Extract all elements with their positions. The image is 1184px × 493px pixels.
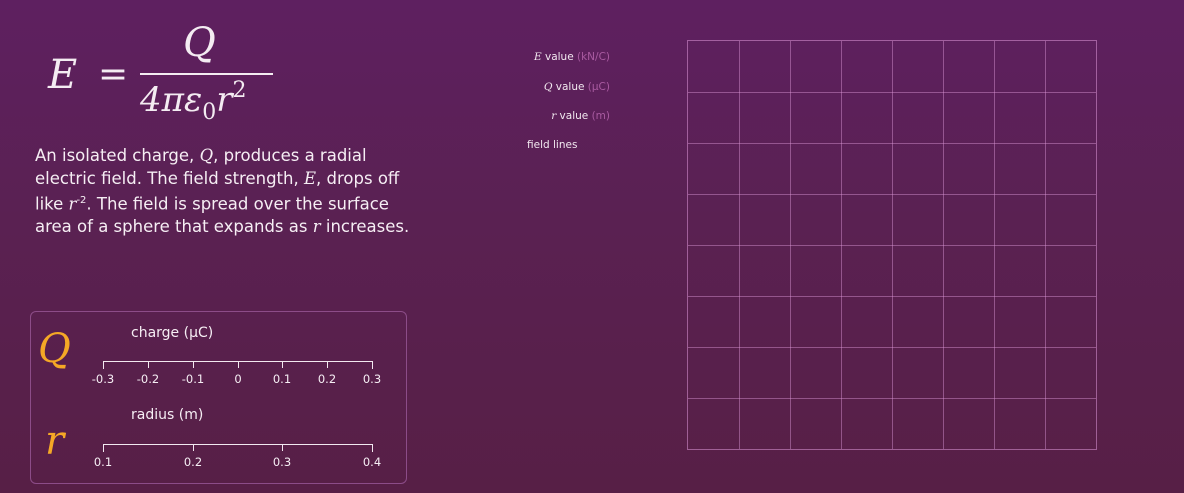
radius-tick — [193, 444, 194, 451]
charge-tick-label: -0.3 — [91, 372, 115, 386]
radius-tick-label: 0.3 — [272, 455, 292, 469]
charge-tick — [193, 361, 194, 368]
r-value-label: r value (m) — [510, 110, 610, 122]
radius-tick-label: 0.2 — [183, 455, 203, 469]
radius-slider[interactable]: 0.1 0.2 0.3 0.4 — [31, 435, 408, 471]
formula-denominator: 4πε0r2 — [140, 78, 247, 125]
q-value-label: Q value (µC) — [510, 81, 610, 93]
charge-tick — [372, 361, 373, 369]
formula-equals: = — [98, 54, 129, 95]
radius-slider-track[interactable] — [103, 444, 372, 445]
grid-line-horizontal — [688, 245, 1096, 246]
charge-tick — [238, 361, 239, 368]
field-lines-toggle[interactable]: field lines — [527, 139, 577, 151]
formula-lhs: E — [48, 52, 78, 98]
charge-tick — [148, 361, 149, 368]
charge-tick-label: 0.2 — [317, 372, 337, 386]
charge-tick — [103, 361, 104, 369]
grid-line-horizontal — [688, 347, 1096, 348]
field-grid — [687, 40, 1097, 450]
formula-den-r: r — [216, 80, 233, 120]
formula-den-sup: 2 — [232, 78, 247, 103]
formula-den-sub: 0 — [202, 100, 217, 125]
desc-var-r: r — [312, 217, 321, 236]
desc-part: An isolated charge, — [35, 146, 200, 165]
formula-fraction-bar — [140, 73, 273, 75]
q-unit: (µC) — [587, 81, 610, 93]
desc-var-q: Q — [199, 146, 214, 165]
charge-slider[interactable]: -0.3 -0.2 -0.1 0 0.1 0.2 0.3 — [31, 352, 408, 388]
charge-tick-label: -0.1 — [181, 372, 205, 386]
radius-tick — [103, 444, 104, 452]
desc-var-e: E — [303, 168, 317, 188]
grid-line-horizontal — [688, 398, 1096, 399]
charge-tick — [282, 361, 283, 368]
desc-part: increases. — [320, 217, 410, 236]
formula-numerator: Q — [183, 20, 216, 66]
e-label-text: value — [541, 51, 577, 63]
grid-line-vertical — [1045, 41, 1046, 449]
r-unit: (m) — [591, 110, 610, 122]
e-var: E — [533, 51, 542, 63]
charge-tick-label: 0 — [234, 372, 242, 386]
radius-tick-label: 0.4 — [362, 455, 382, 469]
radius-tick — [372, 444, 373, 452]
charge-tick — [327, 361, 328, 368]
r-label-text: value — [556, 110, 592, 122]
charge-tick-label: 0.3 — [362, 372, 382, 386]
controls-panel: Q r charge (µC) -0.3 -0.2 -0.1 0 0.1 0.2 0.3 r… — [30, 311, 407, 484]
field-formula: E = Q 4πε0r2 — [40, 18, 320, 128]
grid-line-vertical — [943, 41, 944, 449]
grid-line-vertical — [994, 41, 995, 449]
radius-tick-label: 0.1 — [93, 455, 113, 469]
charge-slider-title: charge (µC) — [131, 325, 214, 341]
description-text: An isolated charge, Q, produces a radial… — [35, 145, 415, 239]
e-value-label: E value (kN/C) — [510, 51, 610, 63]
desc-exponent: -2 — [76, 195, 87, 206]
radius-slider-title: radius (m) — [131, 407, 204, 423]
e-unit: (kN/C) — [577, 51, 610, 63]
radius-tick — [282, 444, 283, 451]
charge-tick-label: 0.1 — [272, 372, 292, 386]
charge-tick-label: -0.2 — [136, 372, 160, 386]
formula-den-main: 4πε — [140, 80, 203, 120]
grid-line-horizontal — [688, 296, 1096, 297]
q-label-text: value — [552, 81, 588, 93]
